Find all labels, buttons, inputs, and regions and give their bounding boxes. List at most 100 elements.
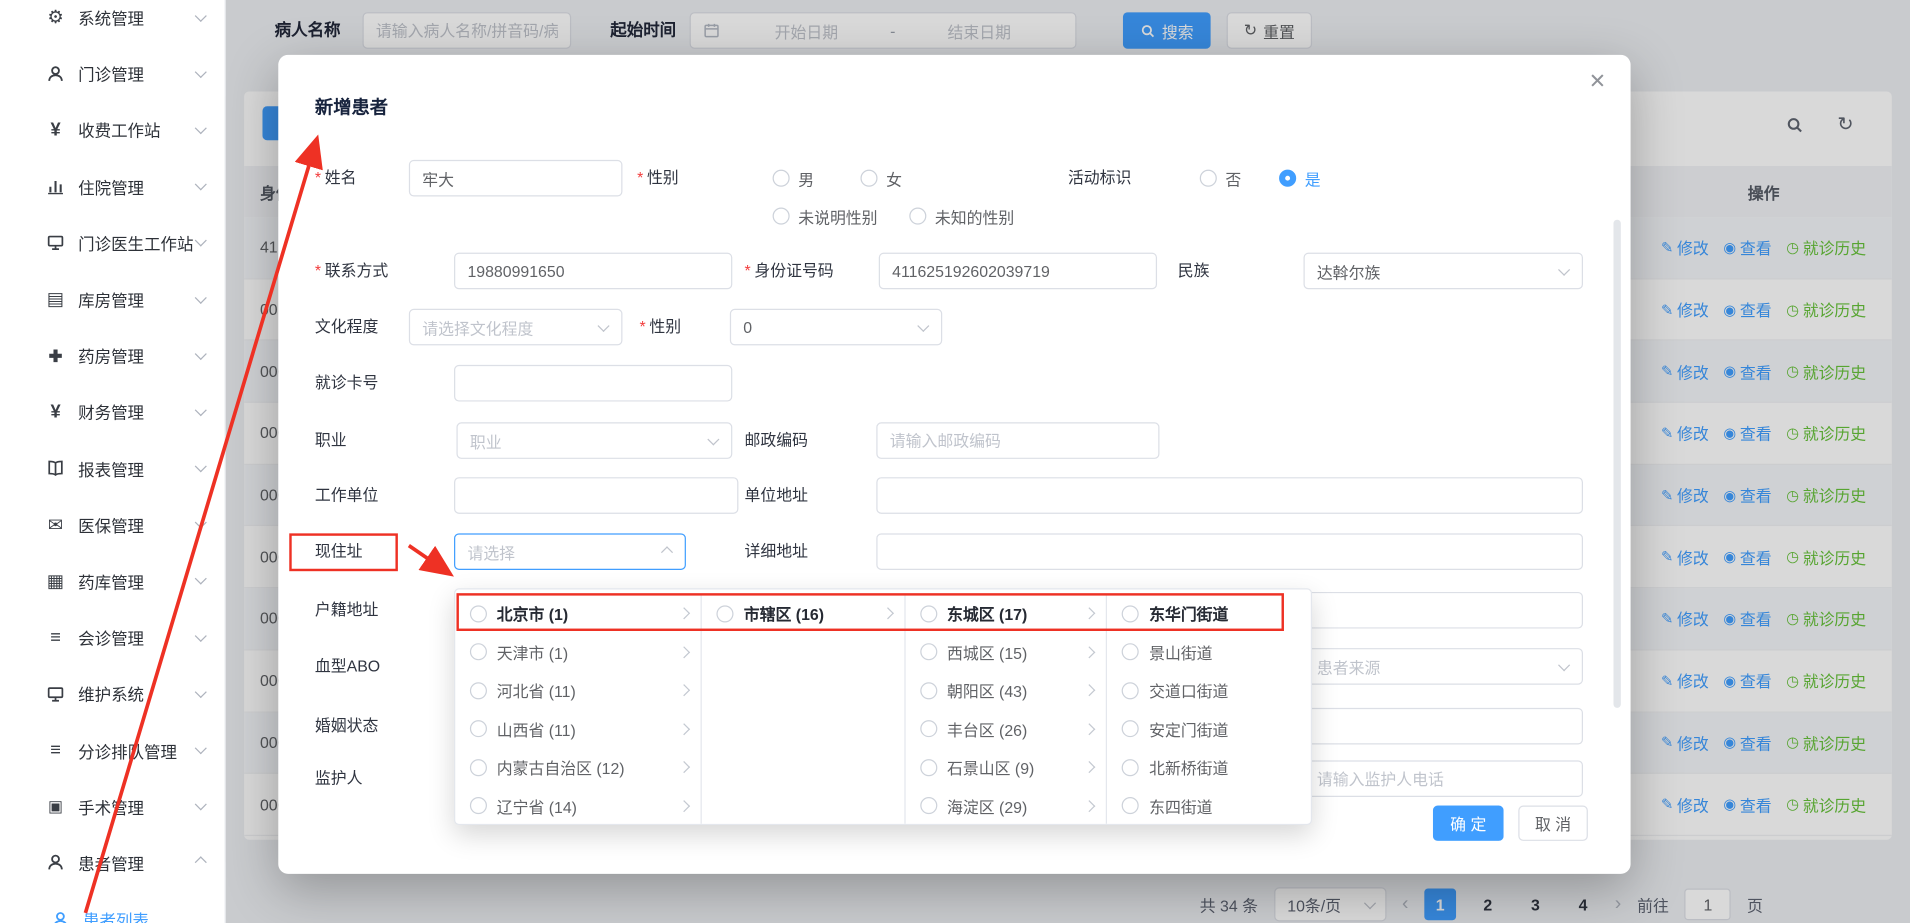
sidebar-item-patient[interactable]: 患者管理 [0, 835, 225, 891]
cascader-option-street[interactable]: 安定门街道 [1108, 710, 1311, 748]
cascader-option-province[interactable]: 北京市 (1) [455, 594, 701, 632]
current-address-cascader[interactable]: 请选择 [454, 533, 686, 570]
sidebar-item-warehouse[interactable]: ▤ 库房管理 [0, 271, 225, 327]
cascader-option-district[interactable]: 石景山区 (9) [906, 748, 1107, 786]
occupation-select[interactable]: 职业 [456, 422, 732, 459]
cascader-option-district[interactable]: 海淀区 (29) [906, 787, 1107, 824]
sidebar-item-outpatient[interactable]: 门诊管理 [0, 45, 225, 101]
cascader-option-district[interactable]: 朝阳区 (43) [906, 671, 1107, 709]
cascader-option-province[interactable]: 山西省 (11) [455, 710, 701, 748]
active-radio-yes[interactable]: 是 [1279, 160, 1321, 197]
sidebar-item-pharmacy[interactable]: 药房管理 [0, 327, 225, 383]
sidebar-item-report[interactable]: 报表管理 [0, 440, 225, 496]
radio-icon[interactable] [717, 605, 734, 622]
gender-radio-unstated[interactable]: 未说明性别 [773, 198, 878, 235]
ethnic-select[interactable]: 达斡尔族 [1303, 253, 1582, 290]
confirm-button[interactable]: 确 定 [1433, 806, 1504, 841]
radio-icon[interactable] [920, 759, 937, 776]
cascader-option-street[interactable]: 东四街道 [1108, 787, 1311, 824]
chevron-right-icon [679, 684, 691, 696]
education-select[interactable]: 请选择文化程度 [409, 309, 623, 346]
sidebar-item-insurance[interactable]: ✉ 医保管理 [0, 496, 225, 552]
cancel-button[interactable]: 取 消 [1518, 806, 1588, 841]
chevron-down-icon [195, 742, 207, 754]
radio-icon[interactable] [920, 797, 937, 814]
sidebar-subitem-patient-list[interactable]: 患者列表 [0, 891, 225, 923]
sidebar-item-drugstore[interactable]: ▦ 药库管理 [0, 553, 225, 609]
radio-icon[interactable] [1122, 759, 1139, 776]
name-input[interactable] [409, 160, 623, 197]
radio-icon[interactable] [470, 605, 487, 622]
cascader-province-column: 北京市 (1) 天津市 (1) 河北省 (11) 山西省 (11) 内蒙古自治区… [455, 594, 702, 823]
cascader-option-province[interactable]: 内蒙古自治区 (12) [455, 748, 701, 786]
radio-icon[interactable] [470, 720, 487, 737]
close-icon[interactable]: ✕ [1589, 70, 1606, 94]
sidebar-item-maintenance[interactable]: 维护系统 [0, 665, 225, 721]
unit-address-label: 单位地址 [745, 477, 808, 514]
chevron-down-icon [195, 66, 207, 78]
cascader-option-province[interactable]: 河北省 (11) [455, 671, 701, 709]
radio-icon[interactable] [470, 682, 487, 699]
postal-input[interactable] [876, 422, 1159, 459]
gender-radio-unknown[interactable]: 未知的性别 [909, 198, 1014, 235]
sidebar-item-consultation[interactable]: ≡ 会诊管理 [0, 609, 225, 665]
sidebar-item-charge-station[interactable]: ¥ 收费工作站 [0, 102, 225, 158]
cascader-option-district[interactable]: 丰台区 (26) [906, 710, 1107, 748]
sidebar-item-surgery[interactable]: ▣ 手术管理 [0, 778, 225, 834]
detail-address-label: 详细地址 [745, 533, 808, 570]
radio-icon[interactable] [920, 720, 937, 737]
document-icon: ▤ [44, 288, 67, 310]
cascader-option-province[interactable]: 天津市 (1) [455, 633, 701, 671]
cascader-option-city[interactable]: 市辖区 (16) [702, 594, 904, 632]
cascader-option-district[interactable]: 西城区 (15) [906, 633, 1107, 671]
detail-address-input[interactable] [876, 533, 1583, 570]
gender-radio-male[interactable]: 男 [773, 160, 815, 197]
gender2-select[interactable]: 0 [730, 309, 942, 346]
grid-icon: ▦ [44, 570, 67, 592]
sidebar-item-inpatient[interactable]: 住院管理 [0, 158, 225, 214]
household-address-input[interactable] [1303, 592, 1582, 629]
yen-icon: ¥ [44, 120, 67, 141]
sidebar-item-label: 收费工作站 [78, 118, 196, 142]
active-radio-no[interactable]: 否 [1200, 160, 1242, 197]
guardian-phone-input[interactable] [1303, 760, 1582, 797]
cascader-option-street[interactable]: 交道口街道 [1108, 671, 1311, 709]
cascader-option-street[interactable]: 北新桥街道 [1108, 748, 1311, 786]
radio-icon[interactable] [470, 797, 487, 814]
sidebar-item-finance[interactable]: ¥ 财务管理 [0, 384, 225, 440]
radio-icon[interactable] [1122, 720, 1139, 737]
visit-card-input[interactable] [454, 365, 732, 402]
sidebar-item-triage-queue[interactable]: ≡ 分诊排队管理 [0, 722, 225, 778]
radio-icon[interactable] [470, 759, 487, 776]
chevron-right-icon [1084, 761, 1096, 773]
patient-source-select[interactable]: 患者来源 [1303, 648, 1582, 685]
required-mark: * [637, 168, 643, 186]
radio-icon[interactable] [920, 682, 937, 699]
contact-input[interactable] [454, 253, 732, 290]
cascader-option-street[interactable]: 东华门街道 [1108, 594, 1311, 632]
active-flag-label: 活动标识 [1068, 160, 1131, 197]
radio-icon [773, 170, 790, 187]
sidebar-item-label: 系统管理 [78, 5, 196, 29]
sidebar-item-outpatient-doctor[interactable]: 门诊医生工作站 [0, 215, 225, 271]
mail-icon: ✉ [44, 514, 67, 536]
unit-address-input[interactable] [876, 477, 1583, 514]
modal-scrollbar[interactable] [1614, 220, 1621, 708]
radio-icon[interactable] [1122, 797, 1139, 814]
cascader-option-street[interactable]: 景山街道 [1108, 633, 1311, 671]
sidebar-item-system[interactable]: ⚙ 系统管理 [0, 0, 225, 45]
radio-icon[interactable] [1122, 644, 1139, 661]
cascader-option-province[interactable]: 辽宁省 (14) [455, 787, 701, 824]
chevron-down-icon [195, 573, 207, 585]
cascader-option-district[interactable]: 东城区 (17) [906, 594, 1107, 632]
gender-radio-female[interactable]: 女 [860, 160, 902, 197]
work-unit-input[interactable] [454, 477, 738, 514]
radio-icon[interactable] [920, 605, 937, 622]
sidebar-item-label: 财务管理 [78, 400, 196, 424]
radio-icon[interactable] [470, 644, 487, 661]
radio-icon[interactable] [1122, 605, 1139, 622]
sidebar: ⚙ 系统管理 门诊管理 ¥ 收费工作站 住院管理 门诊医生工作站 [0, 0, 226, 923]
idcard-input[interactable] [879, 253, 1157, 290]
radio-icon[interactable] [1122, 682, 1139, 699]
radio-icon[interactable] [920, 644, 937, 661]
